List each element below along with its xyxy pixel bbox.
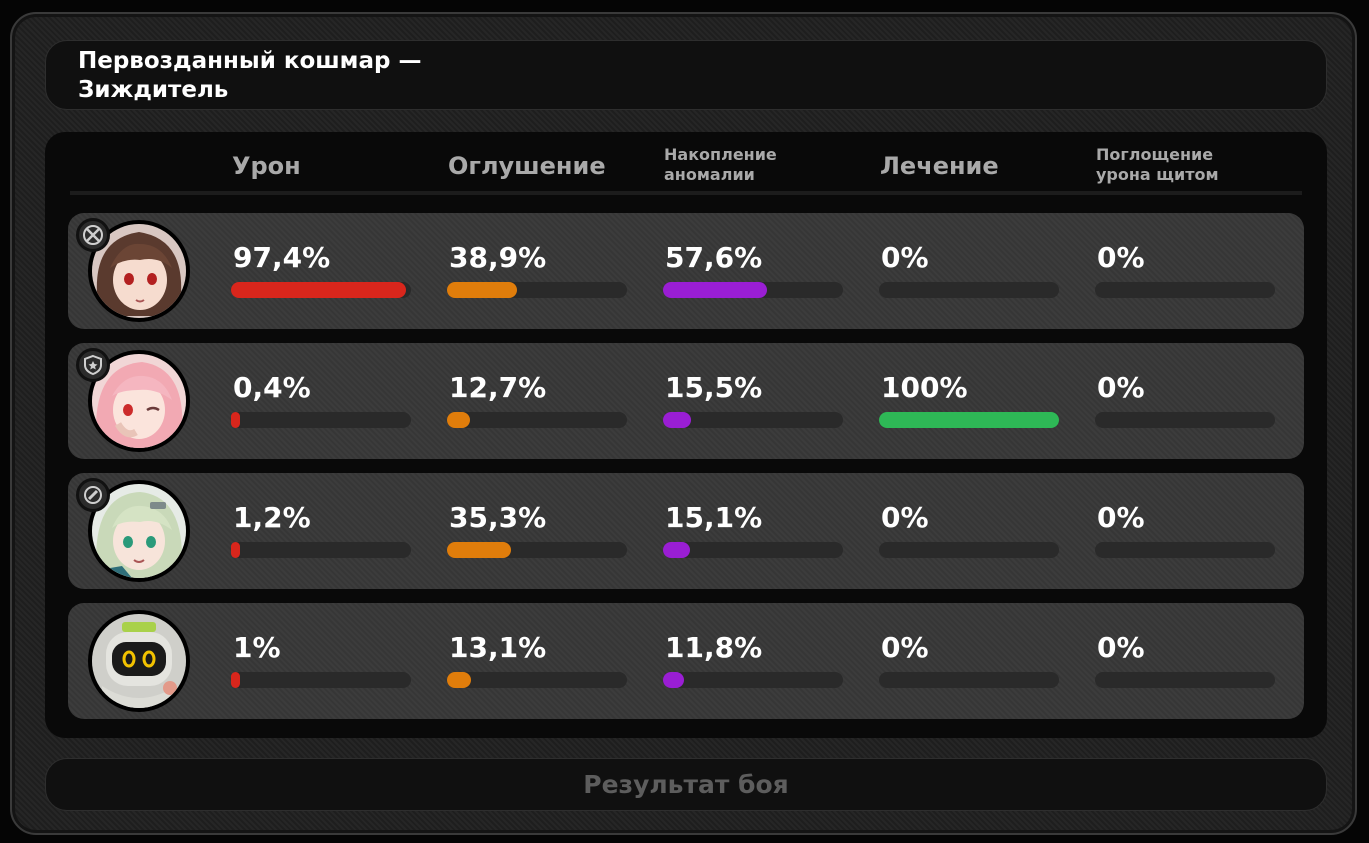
daze-bar <box>447 672 627 688</box>
anomaly-value: 57,6% <box>665 241 763 274</box>
damage-value: 1,2% <box>233 501 311 534</box>
column-header-anomaly: Накопление аномалии <box>664 145 864 185</box>
bangboo-robot-avatar <box>88 610 190 712</box>
header-divider <box>70 191 1302 195</box>
anomaly-value: 15,1% <box>665 501 763 534</box>
damage-bar-fill <box>231 412 240 428</box>
damage-bar <box>231 412 411 428</box>
shield-value: 0% <box>1097 631 1145 664</box>
shield-bar <box>1095 282 1275 298</box>
anomaly-bar-fill <box>663 542 691 558</box>
column-header-shield-line2: урона щитом <box>1096 165 1219 184</box>
column-header-anomaly-line2: аномалии <box>664 165 755 184</box>
battle-result-label: Результат боя <box>583 770 789 799</box>
healing-value: 0% <box>881 241 929 274</box>
anomaly-bar <box>663 542 843 558</box>
damage-bar-fill <box>231 542 240 558</box>
daze-bar-fill <box>447 282 518 298</box>
shield-cell: 0% <box>1095 603 1275 719</box>
daze-value: 38,9% <box>449 241 547 274</box>
shield-bar <box>1095 672 1275 688</box>
anomaly-bar <box>663 282 843 298</box>
shield-cell: 0% <box>1095 343 1275 459</box>
daze-bar-fill <box>447 412 470 428</box>
shield-bar <box>1095 542 1275 558</box>
daze-value: 35,3% <box>449 501 547 534</box>
damage-bar <box>231 542 411 558</box>
damage-cell: 1,2% <box>231 473 411 589</box>
damage-value: 0,4% <box>233 371 311 404</box>
damage-value: 1% <box>233 631 281 664</box>
daze-cell: 13,1% <box>447 603 627 719</box>
defense-role-icon <box>76 348 110 382</box>
damage-bar <box>231 282 411 298</box>
damage-bar <box>231 672 411 688</box>
anomaly-cell: 15,5% <box>663 343 843 459</box>
column-header-damage: Урон <box>232 152 301 180</box>
healing-cell: 100% <box>879 343 1059 459</box>
healing-bar <box>879 412 1059 428</box>
daze-bar <box>447 282 627 298</box>
healing-bar <box>879 672 1059 688</box>
anomaly-cell: 11,8% <box>663 603 843 719</box>
agent-row: 1,2% 35,3% 15,1% 0% 0% <box>68 473 1304 589</box>
daze-cell: 38,9% <box>447 213 627 329</box>
daze-bar <box>447 412 627 428</box>
shield-value: 0% <box>1097 501 1145 534</box>
shield-cell: 0% <box>1095 213 1275 329</box>
attack-role-icon <box>76 218 110 252</box>
damage-value: 97,4% <box>233 241 331 274</box>
shield-value: 0% <box>1097 241 1145 274</box>
healing-bar <box>879 542 1059 558</box>
column-header-anomaly-line1: Накопление <box>664 145 777 164</box>
healing-bar <box>879 282 1059 298</box>
title-bar: Первозданный кошмар — Зиждитель <box>45 40 1327 110</box>
anomaly-value: 15,5% <box>665 371 763 404</box>
column-header-shield: Поглощение урона щитом <box>1096 145 1296 185</box>
support-role-icon <box>76 478 110 512</box>
daze-bar <box>447 542 627 558</box>
daze-value: 12,7% <box>449 371 547 404</box>
healing-value: 100% <box>881 371 968 404</box>
agent-row: 1% 13,1% 11,8% 0% 0% <box>68 603 1304 719</box>
damage-cell: 97,4% <box>231 213 411 329</box>
column-header-shield-line1: Поглощение <box>1096 145 1214 164</box>
healing-value: 0% <box>881 501 929 534</box>
anomaly-bar-fill <box>663 282 767 298</box>
anomaly-value: 11,8% <box>665 631 763 664</box>
healing-value: 0% <box>881 631 929 664</box>
agent-row: 0,4% 12,7% 15,5% 100% 0% <box>68 343 1304 459</box>
shield-cell: 0% <box>1095 473 1275 589</box>
damage-bar-fill <box>231 282 407 298</box>
healing-cell: 0% <box>879 473 1059 589</box>
battle-result-button[interactable]: Результат боя <box>45 758 1327 811</box>
daze-cell: 35,3% <box>447 473 627 589</box>
stats-panel: Урон Оглушение Накопление аномалии Лечен… <box>45 132 1327 738</box>
shield-bar <box>1095 412 1275 428</box>
anomaly-cell: 15,1% <box>663 473 843 589</box>
anomaly-cell: 57,6% <box>663 213 843 329</box>
damage-cell: 1% <box>231 603 411 719</box>
shield-value: 0% <box>1097 371 1145 404</box>
anomaly-bar-fill <box>663 672 685 688</box>
healing-bar-fill <box>879 412 1059 428</box>
agent-row: 97,4% 38,9% 57,6% 0% 0% <box>68 213 1304 329</box>
anomaly-bar-fill <box>663 412 691 428</box>
daze-value: 13,1% <box>449 631 547 664</box>
healing-cell: 0% <box>879 603 1059 719</box>
column-header-daze: Оглушение <box>448 152 606 180</box>
damage-bar-fill <box>231 672 240 688</box>
daze-cell: 12,7% <box>447 343 627 459</box>
anomaly-bar <box>663 672 843 688</box>
daze-bar-fill <box>447 672 471 688</box>
healing-cell: 0% <box>879 213 1059 329</box>
damage-cell: 0,4% <box>231 343 411 459</box>
anomaly-bar <box>663 412 843 428</box>
column-header-healing: Лечение <box>880 152 999 180</box>
daze-bar-fill <box>447 542 511 558</box>
page-title: Первозданный кошмар — Зиждитель <box>78 48 422 103</box>
